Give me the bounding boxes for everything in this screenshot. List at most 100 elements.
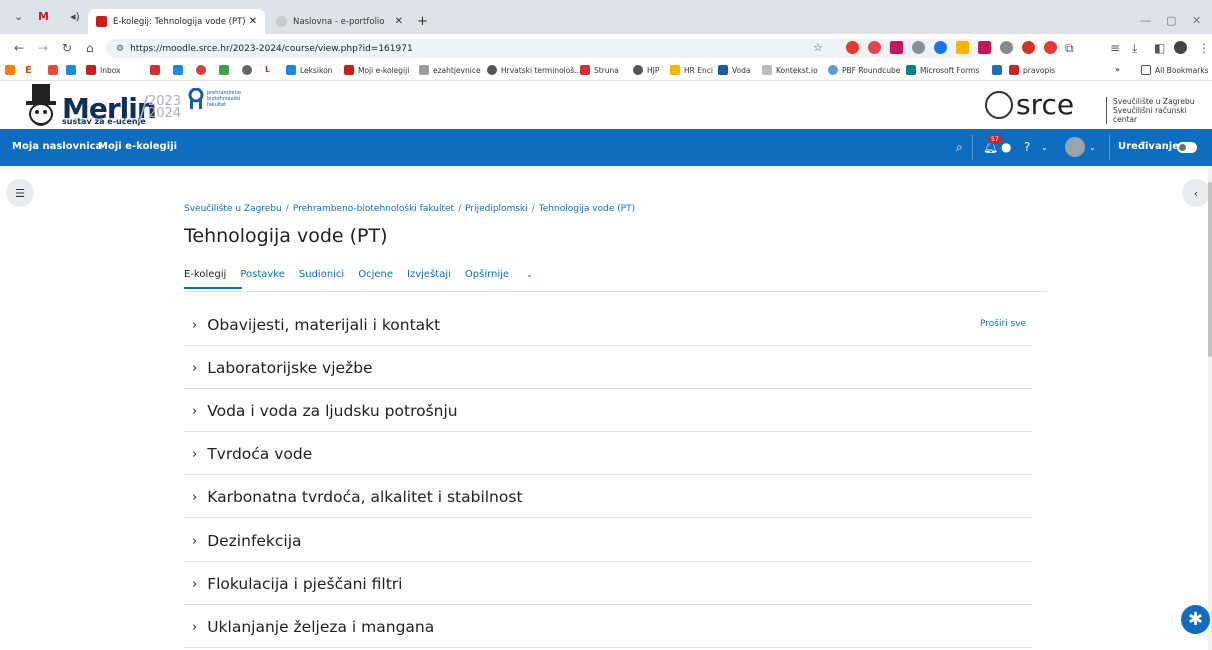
bookmark-leksikon[interactable]: Leksikon — [286, 65, 332, 75]
extension-icon[interactable] — [1044, 41, 1057, 54]
tab-course[interactable]: E-kolegij: Tehnologija vode (PT) ✕ — [88, 9, 265, 34]
bookmark-pbf-roundcube[interactable]: PBF Roundcube — [828, 65, 900, 75]
puzzle-extensions-icon[interactable]: ⧉ — [1065, 41, 1074, 56]
extension-icon[interactable] — [956, 41, 969, 54]
chevron-right-icon: › — [192, 446, 198, 462]
section-title: Tvrdoća vode — [207, 445, 313, 463]
restore-icon[interactable]: ▢ — [1166, 14, 1176, 27]
chevron-down-icon[interactable]: ⌄ — [1089, 143, 1096, 152]
new-tab-button[interactable]: + — [417, 14, 428, 29]
bookmark-struna[interactable]: Struna — [580, 65, 619, 75]
bookmark-icon[interactable] — [992, 65, 1006, 75]
profile-avatar-icon[interactable] — [1174, 41, 1187, 54]
section-divider — [184, 345, 1032, 346]
home-icon[interactable]: ⌂ — [86, 41, 94, 55]
chevron-right-icon: › — [192, 489, 198, 505]
bookmark-icon[interactable] — [242, 65, 256, 75]
bookmark-pravopis[interactable]: pravopis — [1009, 65, 1055, 75]
all-bookmarks[interactable]: All Bookmarks — [1141, 65, 1209, 75]
messages-chat-icon[interactable]: ● — [1001, 140, 1011, 154]
tab-settings[interactable]: Postavke — [240, 269, 285, 280]
tab-grades[interactable]: Ocjene — [358, 269, 393, 280]
course-section[interactable]: › Dezinfekcija — [192, 530, 1032, 552]
download-icon[interactable]: ⤓ — [1132, 41, 1137, 56]
bookmark-hrvatski-terminolos[interactable]: Hrvatski terminološ... — [487, 65, 581, 75]
course-section[interactable]: › Tvrdoća vode — [192, 443, 1032, 465]
chevron-right-icon: › — [192, 533, 198, 549]
tab-portfolio[interactable]: Naslovna - e-portfolio ✕ — [268, 9, 411, 34]
search-icon[interactable]: ⌕ — [956, 140, 963, 155]
breadcrumb-course[interactable]: Tehnologija vode (PT) — [539, 204, 635, 214]
extension-icon[interactable] — [978, 41, 991, 54]
bookmark-kontekst[interactable]: Kontekst.io — [762, 65, 818, 75]
accessibility-icon[interactable]: ✱ — [1181, 605, 1210, 634]
nav-home-link[interactable]: Moja naslovnica — [12, 141, 102, 152]
course-section[interactable]: › Uklanjanje željeza i mangana — [192, 616, 1032, 638]
bookmark-hjp[interactable]: HJP — [633, 65, 659, 75]
bookmark-icon[interactable]: E — [25, 65, 32, 76]
bookmark-star-icon[interactable]: ☆ — [813, 41, 823, 54]
section-divider — [184, 431, 1032, 432]
bookmark-ezahtjevnice[interactable]: ezahtjevnice — [419, 65, 481, 75]
reload-icon[interactable]: ↻ — [62, 41, 72, 55]
bookmark-inbox[interactable]: Inbox — [86, 65, 121, 75]
breadcrumb-faculty[interactable]: Prehrambeno-biotehnološki fakultet — [293, 204, 454, 214]
bookmark-icon[interactable] — [48, 65, 62, 75]
portfolio-favicon-icon — [276, 16, 287, 27]
srce-logo-text[interactable]: srce — [1016, 88, 1074, 121]
extension-icon[interactable] — [1022, 41, 1035, 54]
course-section[interactable]: › Obavijesti, materijali i kontakt — [192, 314, 1032, 336]
scrollbar-thumb[interactable] — [1208, 182, 1212, 357]
course-section[interactable]: › Laboratorijske vježbe — [192, 357, 1032, 379]
section-title: Dezinfekcija — [207, 532, 302, 550]
adblock-extension-icon[interactable] — [868, 41, 881, 54]
extension-icon[interactable] — [912, 41, 925, 54]
gmail-tab-icon[interactable]: M — [38, 10, 49, 24]
course-index-toggle-icon[interactable]: ☰ — [6, 179, 34, 207]
bookmark-icon[interactable] — [219, 65, 233, 75]
shield-extension-icon[interactable] — [1000, 41, 1013, 54]
block-drawer-toggle-icon[interactable]: ‹ — [1182, 179, 1210, 207]
bookmark-icon[interactable] — [150, 65, 164, 75]
side-panel-icon[interactable]: ◧ — [1154, 41, 1165, 55]
course-section[interactable]: › Voda i voda za ljudsku potrošnju — [192, 400, 1032, 422]
course-section[interactable]: › Flokulacija i pješčani filtri — [192, 573, 1032, 595]
pbf-logo-icon — [188, 88, 204, 109]
tab-course[interactable]: E-kolegij — [184, 269, 226, 280]
bookmark-moji-e-kolegiji[interactable]: Moji e-kolegiji — [344, 65, 409, 75]
nav-courses-link[interactable]: Moji e-kolegiji — [98, 141, 177, 152]
bookmark-microsoft-forms[interactable]: Microsoft Forms — [906, 65, 979, 75]
bookmark-icon[interactable] — [196, 65, 210, 75]
user-avatar[interactable] — [1065, 137, 1085, 157]
extension-icon[interactable] — [890, 41, 903, 54]
audio-icon[interactable]: ◂) — [70, 10, 80, 24]
bookmark-voda[interactable]: Voda — [718, 65, 751, 75]
reading-list-icon[interactable]: ≡ — [1110, 41, 1120, 55]
tab-reports[interactable]: Izvještaji — [407, 269, 451, 280]
forward-icon[interactable]: → — [38, 41, 48, 55]
back-icon[interactable]: ← — [14, 41, 24, 55]
close-window-icon[interactable]: ✕ — [1192, 14, 1201, 27]
minimize-icon[interactable]: — — [1140, 14, 1151, 27]
bookmark-icon[interactable] — [5, 65, 19, 75]
breadcrumb-level[interactable]: Prijediplomski — [465, 204, 528, 214]
close-tab-icon[interactable]: ✕ — [395, 16, 403, 27]
tab-more[interactable]: Opširnije ⌄ — [465, 269, 547, 280]
bookmark-icon[interactable] — [66, 65, 80, 75]
help-icon[interactable]: ? — [1024, 140, 1030, 154]
bookmark-hr-enci[interactable]: HR Enci — [670, 65, 713, 75]
extension-icon[interactable] — [934, 41, 947, 54]
menu-dots-icon[interactable]: ⋮ — [1198, 41, 1210, 55]
bookmark-icon[interactable] — [173, 65, 187, 75]
tab-list-icon[interactable]: ⌄ — [14, 10, 23, 24]
site-info-icon[interactable]: ⚙ — [116, 44, 124, 54]
breadcrumb-university[interactable]: Sveučilište u Zagrebu — [184, 204, 282, 214]
close-tab-icon[interactable]: ✕ — [249, 16, 257, 27]
opera-extension-icon[interactable] — [846, 41, 859, 54]
tab-participants[interactable]: Sudionici — [299, 269, 344, 280]
bookmark-icon[interactable]: L — [265, 65, 270, 74]
chevron-down-icon[interactable]: ⌄ — [1041, 143, 1048, 152]
course-section[interactable]: › Karbonatna tvrdoća, alkalitet i stabiln… — [192, 486, 1032, 508]
edit-mode-toggle[interactable] — [1177, 142, 1197, 153]
more-bookmarks-icon[interactable]: » — [1115, 65, 1120, 74]
